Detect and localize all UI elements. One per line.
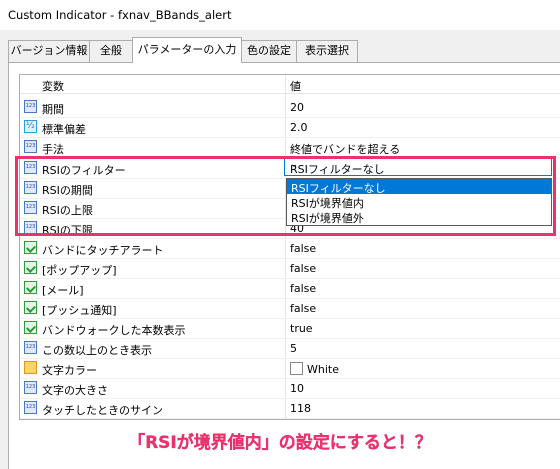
highlight-box [15, 156, 556, 236]
color-name: White [307, 363, 339, 376]
tab-label: パラメーターの入力 [137, 43, 237, 56]
color-swatch [290, 362, 303, 375]
number-icon [24, 100, 37, 113]
table-row[interactable]: [メール] false [20, 278, 560, 299]
tab-parameters[interactable]: パラメーターの入力 [132, 37, 242, 63]
table-row[interactable]: タッチしたときのサイン 118 [20, 398, 560, 419]
grid-header: 変数 値 [20, 75, 560, 94]
table-row[interactable]: 標準偏差 2.0 [20, 117, 560, 138]
table-row[interactable]: バンドにタッチアラート false [20, 238, 560, 259]
tab-version-info[interactable]: バージョン情報 [8, 40, 90, 62]
param-value[interactable]: 118 [290, 402, 311, 415]
tab-colors[interactable]: 色の設定 [241, 40, 297, 62]
table-row[interactable]: [ポップアップ] false [20, 258, 560, 279]
table-row[interactable]: 文字カラー White [20, 358, 560, 379]
param-name: 手法 [42, 143, 64, 156]
param-name: バンドにタッチアラート [42, 244, 164, 257]
table-row[interactable]: この数以上のとき表示 5 [20, 338, 560, 359]
param-name: バンドウォークした本数表示 [42, 324, 186, 337]
bool-icon [24, 261, 37, 274]
bool-icon [24, 281, 37, 294]
bool-icon [24, 321, 37, 334]
param-value[interactable]: false [290, 302, 316, 315]
number-icon [24, 381, 37, 394]
title-bar: Custom Indicator - fxnav_BBands_alert [0, 0, 560, 30]
color-value[interactable]: White [290, 362, 339, 376]
table-row[interactable]: 文字の大きさ 10 [20, 378, 560, 399]
color-icon [24, 361, 37, 374]
parameter-grid: 変数 値 期間 20 標準偏差 2.0 手法 終値でバンドを超える RSIのフィ… [19, 74, 560, 420]
param-value[interactable]: 2.0 [290, 121, 308, 134]
param-value[interactable]: false [290, 262, 316, 275]
header-variable: 変数 [42, 80, 64, 93]
tab-label: バージョン情報 [10, 44, 88, 57]
tab-general[interactable]: 全般 [89, 40, 133, 62]
tab-label: 色の設定 [247, 44, 291, 57]
table-row[interactable]: [プッシュ通知] false [20, 298, 560, 319]
number-icon [24, 341, 37, 354]
param-value[interactable]: 20 [290, 101, 304, 114]
param-value[interactable]: 5 [290, 342, 297, 355]
param-name: 文字の大きさ [42, 384, 108, 397]
number-icon [24, 401, 37, 414]
table-row[interactable]: 手法 終値でバンドを超える [20, 137, 560, 158]
param-value[interactable]: 10 [290, 382, 304, 395]
param-value[interactable]: 終値でバンドを超える [290, 141, 400, 157]
bool-icon [24, 301, 37, 314]
fraction-icon [24, 120, 37, 133]
param-name: タッチしたときのサイン [42, 404, 163, 417]
annotation-caption: 「RSIが境界値内」の設定にすると！？ [128, 433, 432, 453]
number-icon [24, 140, 37, 153]
table-row[interactable]: 期間 20 [20, 97, 560, 118]
header-value: 値 [290, 80, 301, 93]
tab-display[interactable]: 表示選択 [296, 40, 358, 62]
param-value[interactable]: false [290, 282, 316, 295]
param-name: 標準偏差 [42, 123, 86, 136]
param-name: [メール] [42, 284, 84, 297]
param-name: 文字カラー [42, 364, 97, 377]
param-value[interactable]: true [290, 322, 313, 335]
param-name: この数以上のとき表示 [42, 344, 152, 357]
bool-icon [24, 241, 37, 254]
tab-label: 全般 [100, 44, 122, 57]
param-name: [プッシュ通知] [42, 304, 117, 317]
param-name: [ポップアップ] [42, 264, 117, 277]
window-title: Custom Indicator - fxnav_BBands_alert [8, 8, 232, 22]
tab-label: 表示選択 [305, 44, 349, 57]
table-row[interactable]: バンドウォークした本数表示 true [20, 318, 560, 339]
param-name: 期間 [42, 103, 64, 116]
param-value[interactable]: false [290, 242, 316, 255]
